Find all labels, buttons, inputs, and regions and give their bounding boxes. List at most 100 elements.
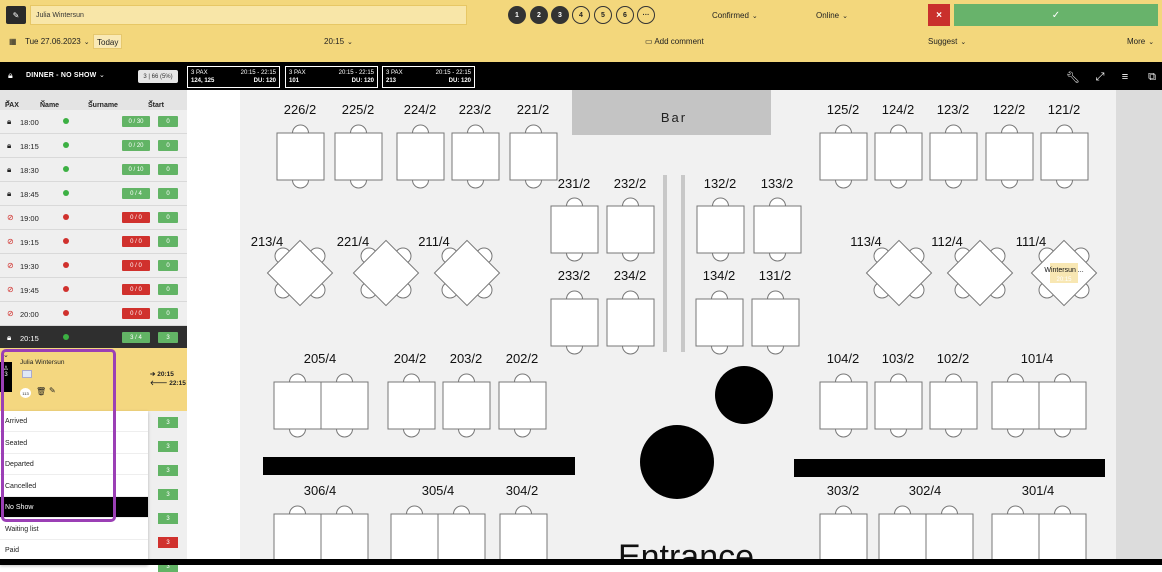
slot-reservations-badge: 0 [158,212,178,223]
sort-pax[interactable]: PAX ⌄ [5,96,19,109]
time-slot-row[interactable]: 🔒︎ 18:15 0 / 20 0 [0,134,187,158]
wrench-icon[interactable]: 🔧︎ [1066,70,1080,84]
sort-start[interactable]: Start ⌄ [148,96,164,109]
external-link-icon[interactable]: ⧉ [1145,70,1159,84]
lock-icon[interactable]: 🔒︎ [8,70,13,81]
time-slot-row[interactable]: 🔒︎ 20:15 3 / 4 3 [0,326,187,350]
chevron-down-icon[interactable]: ⌄ [3,351,9,359]
status-option-no-show[interactable]: No Show [0,497,148,518]
pencil-icon[interactable]: ✎ [49,386,56,395]
table[interactable] [874,381,923,430]
table[interactable] [819,381,868,430]
slot-reservations-badge: 3 [158,513,178,524]
depart-value: 22:15 [169,380,186,387]
table[interactable] [695,298,744,347]
table[interactable] [1040,132,1089,181]
step-6-button[interactable]: 6 [616,6,634,24]
trash-icon[interactable]: 🗑︎ [36,387,46,396]
table[interactable] [451,132,500,181]
pax-card[interactable]: 3 PAX 20:15 - 22:15 101 DU: 120 [285,66,378,88]
add-comment-button[interactable]: ▭ Add comment [645,37,704,46]
table[interactable] [929,381,978,430]
service-title[interactable]: DINNER - NO SHOW [26,72,96,79]
table[interactable] [276,132,325,181]
calendar-icon[interactable]: ▦ [9,37,17,46]
time-slot-row[interactable]: ⊘ 19:15 0 / 0 0 [0,230,187,254]
status-option-arrived[interactable]: Arrived [0,411,148,432]
table[interactable] [396,132,445,181]
table[interactable] [550,298,599,347]
edit-button[interactable]: ✎ [6,6,26,24]
guest-name-field[interactable]: Julia Wintersun [30,5,467,25]
status-option-seated[interactable]: Seated [0,433,148,454]
table[interactable] [606,205,655,254]
table[interactable] [751,298,800,347]
time-slot-row[interactable]: ⊘ 20:00 0 / 0 0 [0,302,187,326]
chevron-down-icon[interactable]: ⌄ [99,71,105,79]
table[interactable] [819,513,868,562]
time-slot-row[interactable]: 🔒︎ 18:00 0 / 30 0 [0,110,187,134]
step-2-button[interactable]: 2 [530,6,548,24]
table[interactable] [442,381,491,430]
blocked-icon[interactable]: ⊘ [7,285,14,294]
table[interactable] [334,132,383,181]
lock-icon[interactable]: 🔒︎ [7,117,11,127]
sort-name[interactable]: Name ⌄ [40,96,59,109]
table-label: 232/2 [614,176,647,191]
table-label: 203/2 [450,351,483,366]
time-dropdown[interactable]: 20:15 ⌄ [324,37,353,46]
pax-card[interactable]: 3 PAX 20:15 - 22:15 124, 125 DU: 120 [187,66,280,88]
lock-icon[interactable]: 🔒︎ [7,333,11,343]
table[interactable] [985,132,1034,181]
suggest-dropdown[interactable]: Suggest ⌄ [928,37,966,46]
blocked-icon[interactable]: ⊘ [7,309,14,318]
close-button[interactable]: × [928,4,950,26]
status-option-paid[interactable]: Paid [0,540,148,561]
status-option-waiting-list[interactable]: Waiting list [0,519,148,540]
time-slot-row[interactable]: 🔒︎ 18:45 0 / 4 0 [0,182,187,206]
step-5-button[interactable]: 5 [594,6,612,24]
time-slot-row[interactable]: ⊘ 19:30 0 / 0 0 [0,254,187,278]
table[interactable] [929,132,978,181]
status-option-departed[interactable]: Departed [0,454,148,475]
confirmed-dropdown[interactable]: Confirmed ⌄ [712,11,758,20]
pax-card[interactable]: 3 PAX 20:15 - 22:15 213 DU: 120 [382,66,475,88]
floor-plan-canvas: BarEntrance226/2 225/2 224/2 223/2 221/2 125/… [251,90,1105,565]
time-slot-row[interactable]: ⊘ 19:00 0 / 0 0 [0,206,187,230]
status-option-cancelled[interactable]: Cancelled [0,476,148,497]
blocked-icon[interactable]: ⊘ [7,237,14,246]
step-3-button[interactable]: 3 [551,6,569,24]
online-dropdown[interactable]: Online ⌄ [816,11,848,20]
table[interactable] [753,205,802,254]
blocked-icon[interactable]: ⊘ [7,261,14,270]
date-dropdown[interactable]: Tue 27.06.2023 ⌄ [25,37,90,46]
lock-icon[interactable]: 🔒︎ [7,189,11,199]
align-icon[interactable]: ≡ [1118,70,1132,84]
table[interactable] [498,381,547,430]
step-7-button[interactable]: ··· [637,6,655,24]
table[interactable] [696,205,745,254]
more-dropdown[interactable]: More ⌄ [1127,37,1154,46]
slot-reservations-badge: 0 [158,188,178,199]
online-label: Online [816,11,840,20]
lock-icon[interactable]: 🔒︎ [7,165,11,175]
time-slot-row[interactable]: ⊘ 19:45 0 / 0 0 [0,278,187,302]
step-4-button[interactable]: 4 [572,6,590,24]
table[interactable] [499,513,548,562]
time-slot-row[interactable]: 🔒︎ 18:30 0 / 10 0 [0,158,187,182]
table[interactable] [550,205,599,254]
today-button[interactable]: Today [93,34,123,49]
step-1-button[interactable]: 1 [508,6,526,24]
table[interactable] [509,132,558,181]
sort-surname[interactable]: Surname ⌄ [88,96,118,109]
confirm-button[interactable]: ✓ [954,4,1158,26]
table[interactable] [606,298,655,347]
reservation-card[interactable]: ⌄ ♙ 3 Julia Wintersun 113 🗑︎ ✎ ➔ 20:15 🡐 … [0,348,187,411]
add-comment-label: Add comment [654,37,704,46]
table[interactable] [874,132,923,181]
blocked-icon[interactable]: ⊘ [7,213,14,222]
lock-icon[interactable]: 🔒︎ [7,141,11,151]
table[interactable] [387,381,436,430]
expand-icon[interactable]: ⤢ [1093,70,1107,84]
table[interactable] [819,132,868,181]
